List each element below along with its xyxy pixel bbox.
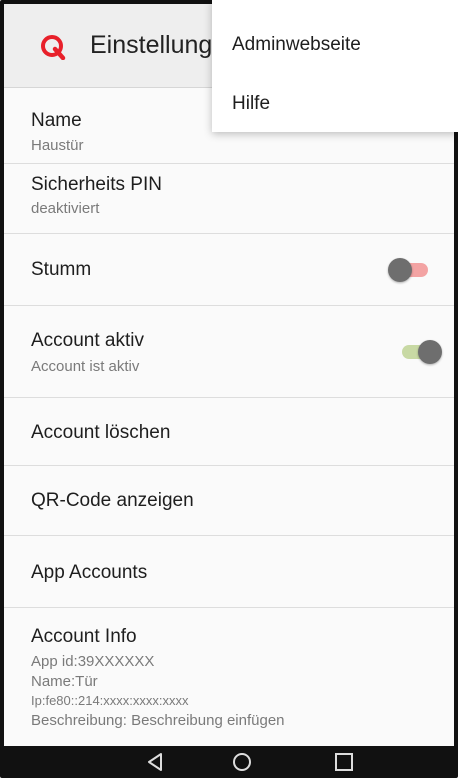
setting-pin-title: Sicherheits PIN (31, 174, 162, 195)
overflow-menu: Adminwebseite Hilfe (212, 0, 458, 132)
setting-qr-code-title: QR-Code anzeigen (31, 490, 194, 511)
setting-app-accounts[interactable]: App Accounts (4, 536, 454, 608)
setting-account-info-title: Account Info (31, 626, 137, 647)
settings-list: Name Haustür Sicherheits PIN deaktiviert… (4, 88, 454, 746)
setting-name-title: Name (31, 110, 82, 131)
setting-delete-account-title: Account löschen (31, 422, 171, 443)
setting-mute[interactable]: Stumm (4, 234, 454, 306)
setting-app-accounts-title: App Accounts (31, 562, 148, 583)
account-active-toggle-thumb (418, 340, 442, 364)
account-active-toggle[interactable] (398, 340, 442, 364)
setting-account-active-value: Account ist aktiv (31, 358, 140, 375)
account-info-description: Beschreibung: Beschreibung einfügen (31, 712, 285, 729)
recent-apps-icon[interactable] (332, 751, 356, 773)
setting-pin-value: deaktiviert (31, 200, 100, 217)
app-title: Einstellung (90, 31, 213, 59)
account-info-name: Name:Tür (31, 673, 98, 690)
home-icon[interactable] (230, 751, 254, 773)
system-nav-bar (4, 746, 454, 774)
account-info-ip: Ip:fe80::214:xxxx:xxxx:xxxx (31, 693, 189, 708)
setting-name-value: Haustür (31, 137, 84, 154)
setting-account-info[interactable]: Account Info App id:39XXXXXX Name:Tür Ip… (4, 608, 454, 746)
mute-toggle[interactable] (388, 258, 432, 282)
mute-toggle-thumb (388, 258, 412, 282)
back-icon[interactable] (144, 751, 168, 773)
account-info-app-id: App id:39XXXXXX (31, 653, 155, 670)
setting-security-pin[interactable]: Sicherheits PIN deaktiviert (4, 164, 454, 234)
setting-account-active[interactable]: Account aktiv Account ist aktiv (4, 306, 454, 398)
app-logo-icon (41, 35, 66, 60)
setting-qr-code[interactable]: QR-Code anzeigen (4, 466, 454, 536)
setting-account-active-title: Account aktiv (31, 330, 144, 351)
menu-item-hilfe[interactable]: Hilfe (232, 93, 270, 115)
setting-delete-account[interactable]: Account löschen (4, 398, 454, 466)
menu-item-adminwebseite[interactable]: Adminwebseite (232, 34, 361, 56)
setting-mute-title: Stumm (31, 259, 92, 280)
